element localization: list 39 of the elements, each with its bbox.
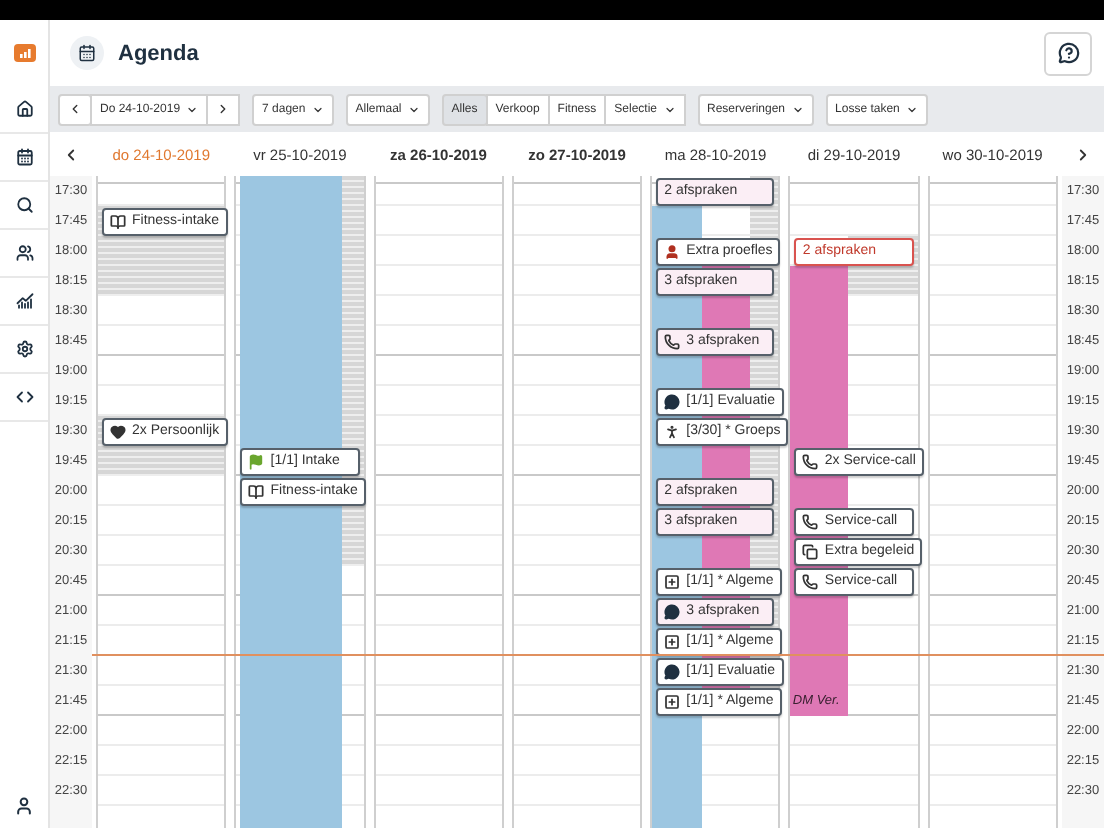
copy-icon xyxy=(802,543,819,559)
code-icon[interactable] xyxy=(15,388,33,406)
person-icon xyxy=(664,243,681,259)
calendar-icon xyxy=(70,36,104,70)
home-icon[interactable] xyxy=(15,100,33,118)
book-icon xyxy=(110,213,126,229)
caret-icon xyxy=(407,103,420,115)
speech-bubble-icon xyxy=(664,603,681,619)
chevron-left-icon xyxy=(68,102,82,116)
user-icon[interactable] xyxy=(14,795,34,815)
chart-icon[interactable] xyxy=(15,292,33,310)
plus-box-icon xyxy=(664,633,681,649)
page-title: Agenda xyxy=(118,41,201,65)
calendar-icon[interactable] xyxy=(15,148,33,166)
chevron-right-icon xyxy=(216,102,231,116)
search-icon[interactable] xyxy=(15,196,33,214)
phone-icon xyxy=(664,333,681,349)
caret-icon xyxy=(663,103,675,115)
phone-icon xyxy=(802,453,819,469)
phone-icon xyxy=(802,573,819,589)
figure-icon xyxy=(664,423,681,439)
speech-bubble-icon xyxy=(664,663,681,679)
heart-icon xyxy=(110,423,126,439)
chevron-left-icon xyxy=(62,145,80,163)
book-icon xyxy=(248,483,265,499)
plus-box-icon xyxy=(664,573,681,589)
phone-icon xyxy=(802,513,819,529)
chat-help-icon xyxy=(1057,42,1079,64)
caret-icon xyxy=(311,103,324,115)
settings-icon[interactable] xyxy=(15,340,33,358)
caret-icon xyxy=(905,103,918,115)
logo-icon[interactable] xyxy=(13,43,35,61)
caret-icon xyxy=(791,103,804,115)
speech-bubble-icon xyxy=(664,393,681,409)
people-icon[interactable] xyxy=(15,244,33,262)
flag-icon xyxy=(248,453,265,469)
caret-icon xyxy=(186,103,199,115)
chat-help-button[interactable] xyxy=(1044,31,1092,75)
plus-box-icon xyxy=(664,693,681,709)
